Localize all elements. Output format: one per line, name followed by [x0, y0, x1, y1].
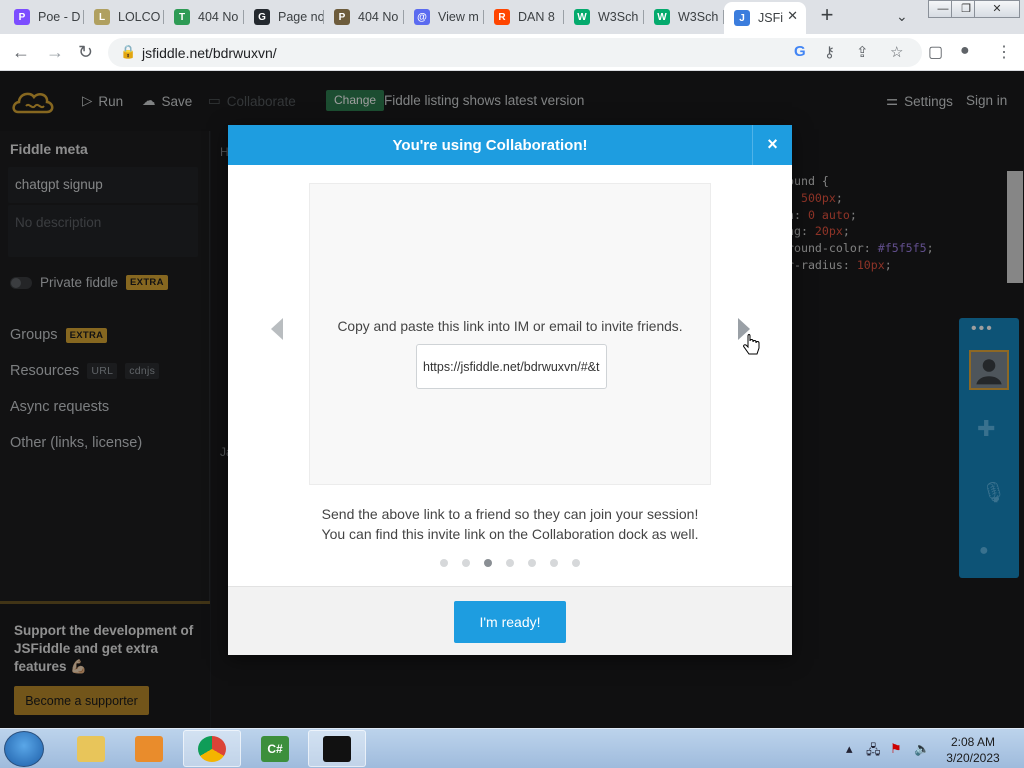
close-window-button[interactable]: ✕ — [974, 0, 1020, 18]
browser-tab[interactable]: L LOLCO — [84, 4, 164, 30]
im-ready-button[interactable]: I'm ready! — [454, 601, 566, 643]
hand-cursor-icon — [743, 334, 760, 355]
network-icon[interactable]: 🖧 — [866, 741, 881, 763]
browser-tab[interactable]: R DAN 8 — [484, 4, 564, 30]
browser-tab[interactable]: P Poe - D — [4, 4, 84, 30]
browser-tab[interactable]: W W3Sch — [644, 4, 724, 30]
tab-title: 404 No — [198, 10, 239, 24]
collaboration-modal: You're using Collaboration! × Copy and p… — [228, 125, 792, 655]
tab-favicon-icon: R — [494, 9, 510, 25]
show-hidden-icons-icon[interactable]: ▴ — [846, 741, 853, 757]
key-icon[interactable]: ⚷ — [824, 43, 835, 61]
taskbar-chrome[interactable] — [183, 730, 241, 767]
browser-tab[interactable]: J JSFi ✕ — [724, 2, 806, 34]
tab-title: Page no — [278, 10, 324, 24]
clock-time: 2:08 AM — [950, 735, 996, 749]
side-panel-icon[interactable]: ▢ — [928, 42, 943, 62]
tab-favicon-icon: @ — [414, 9, 430, 25]
taskbar-terminal[interactable] — [308, 730, 366, 767]
new-tab-button[interactable]: + — [816, 4, 838, 28]
browser-tab[interactable]: T 404 No — [164, 4, 244, 30]
tab-title: LOLCO — [118, 10, 161, 24]
url-text[interactable]: jsfiddle.net/bdrwuxvn/ — [142, 45, 277, 61]
tab-title: DAN 8 — [518, 10, 555, 24]
csharp-icon: C# — [261, 735, 289, 762]
tab-favicon-icon: T — [174, 9, 190, 25]
flag-icon[interactable]: ⚑ — [890, 741, 902, 757]
tab-title: W3Sch — [598, 10, 639, 24]
media-player-icon — [135, 735, 163, 762]
invite-link-input[interactable] — [416, 344, 607, 389]
bookmark-star-icon[interactable]: ☆ — [890, 43, 903, 61]
reload-icon[interactable]: ↻ — [78, 42, 93, 63]
clock-date: 3/20/2023 — [946, 751, 1000, 765]
volume-icon[interactable]: 🔈 — [914, 741, 930, 757]
tab-title: W3Sch — [678, 10, 719, 24]
address-bar[interactable]: 🔒 jsfiddle.net/bdrwuxvn/ G ⚷ ⇪ ☆ — [108, 38, 922, 67]
slide-dot[interactable] — [440, 559, 448, 567]
modal-header: You're using Collaboration! × — [228, 125, 792, 165]
browser-tab[interactable]: P 404 No — [324, 4, 404, 30]
slide-dot[interactable] — [528, 559, 536, 567]
taskbar-csharp[interactable]: C# — [246, 730, 304, 767]
slide-panel: Copy and paste this link into IM or emai… — [309, 183, 711, 485]
slide-description: Send the above link to a friend so they … — [228, 504, 792, 544]
lock-icon[interactable]: 🔒 — [120, 44, 136, 60]
tab-favicon-icon: W — [654, 9, 670, 25]
slide-dot[interactable] — [506, 559, 514, 567]
taskbar-explorer[interactable] — [62, 730, 120, 767]
tab-title: JSFi — [758, 11, 783, 25]
tab-favicon-icon: L — [94, 9, 110, 25]
tab-favicon-icon: G — [254, 9, 270, 25]
modal-title: You're using Collaboration! — [392, 137, 588, 154]
browser-tab[interactable]: W W3Sch — [564, 4, 644, 30]
browser-tab-strip: P Poe - D L LOLCO T 404 No G Page no P 404 No @ Vie… — [0, 0, 1024, 34]
taskbar-media-player[interactable] — [120, 730, 178, 767]
slide-instructions: Copy and paste this link into IM or emai… — [337, 319, 683, 334]
browser-tab[interactable]: @ View m — [404, 4, 484, 30]
modal-footer: I'm ready! — [228, 586, 792, 655]
menu-kebab-icon[interactable]: ⋮ — [996, 42, 1012, 62]
close-tab-icon[interactable]: ✕ — [787, 8, 798, 24]
tab-title: Poe - D — [38, 10, 81, 24]
tab-title: View m — [438, 10, 479, 24]
profile-icon[interactable]: ● — [960, 42, 970, 60]
description-line-2: You can find this invite link on the Col… — [321, 526, 699, 542]
browser-tab[interactable]: G Page no — [244, 4, 324, 30]
forward-icon[interactable]: → — [46, 42, 64, 63]
terminal-icon — [323, 735, 351, 762]
tab-search-chevron-icon[interactable]: ⌄ — [896, 8, 908, 25]
google-icon[interactable]: G — [794, 43, 806, 60]
browser-toolbar: ← → ↻ 🔒 jsfiddle.net/bdrwuxvn/ G ⚷ ⇪ ☆ ▢… — [0, 34, 1024, 71]
system-clock[interactable]: 2:08 AM 3/20/2023 — [938, 734, 1008, 766]
chrome-icon — [198, 735, 226, 762]
slide-dot[interactable] — [572, 559, 580, 567]
share-icon[interactable]: ⇪ — [856, 43, 869, 61]
previous-slide-arrow-icon[interactable] — [271, 318, 283, 340]
tab-favicon-icon: W — [574, 9, 590, 25]
start-button[interactable] — [4, 731, 44, 767]
slide-pagination — [440, 559, 580, 567]
slide-dot[interactable] — [462, 559, 470, 567]
slide-dot[interactable] — [484, 559, 492, 567]
tab-favicon-icon: P — [14, 9, 30, 25]
slide-dot[interactable] — [550, 559, 558, 567]
close-icon[interactable]: × — [752, 125, 792, 165]
back-icon[interactable]: ← — [12, 42, 30, 63]
tab-favicon-icon: P — [334, 9, 350, 25]
description-line-1: Send the above link to a friend so they … — [321, 506, 699, 522]
folder-icon — [77, 735, 105, 762]
tab-favicon-icon: J — [734, 10, 750, 26]
tab-title: 404 No — [358, 10, 399, 24]
windows-taskbar: C# ▴ 🖧 ⚑ 🔈 2:08 AM 3/20/2023 — [0, 728, 1024, 768]
